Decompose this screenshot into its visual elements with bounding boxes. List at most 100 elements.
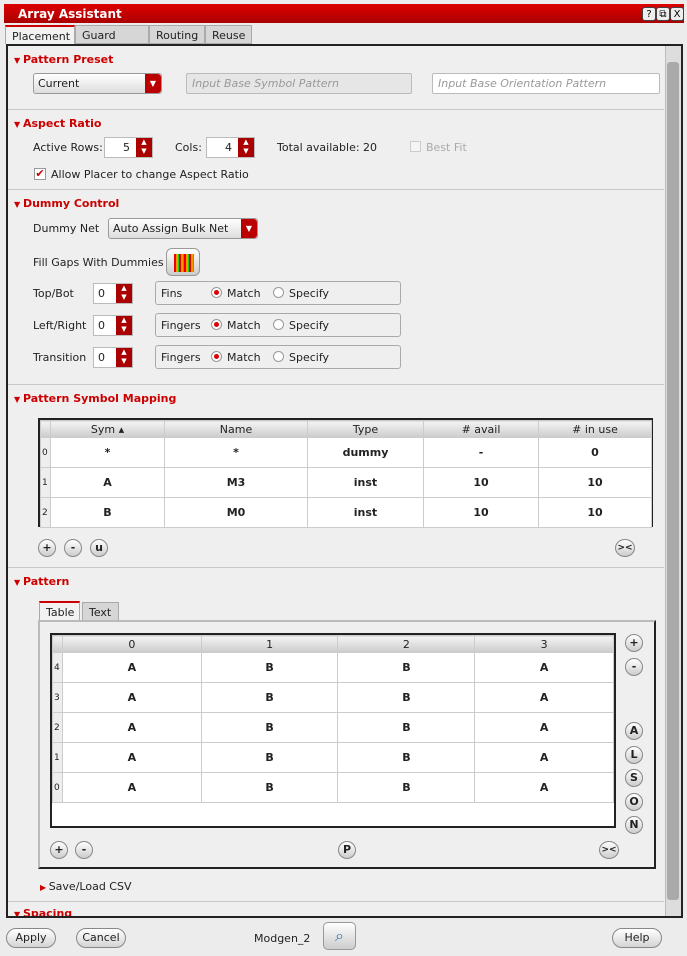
column-header[interactable]: 2	[337, 635, 476, 653]
table-cell[interactable]: A	[62, 712, 202, 743]
dummy-net-select[interactable]: Auto Assign Bulk Net ▼	[108, 218, 258, 239]
pattern-side-button[interactable]: S	[625, 769, 643, 787]
rows-spinner[interactable]: 5 ▲ ▼	[104, 137, 153, 158]
table-cell[interactable]: B	[200, 742, 339, 773]
table-cell[interactable]: A	[62, 742, 202, 773]
section-pattern[interactable]: Pattern	[14, 575, 69, 588]
match-radio[interactable]: Match	[211, 319, 261, 332]
table-cell[interactable]: *	[50, 437, 165, 468]
table-cell[interactable]: A	[474, 682, 614, 713]
table-row[interactable]: 1ABBA	[52, 742, 614, 773]
spinner-arrows-icon[interactable]: ▲ ▼	[136, 138, 152, 157]
section-pattern-symbol-mapping[interactable]: Pattern Symbol Mapping	[14, 392, 176, 405]
table-cell[interactable]: B	[50, 497, 165, 528]
table-cell[interactable]: dummy	[307, 437, 424, 468]
table-cell[interactable]: A	[50, 467, 165, 498]
table-cell[interactable]: A	[474, 772, 614, 803]
column-header[interactable]: Type	[307, 420, 424, 438]
spinner-arrows-icon[interactable]: ▲ ▼	[238, 138, 254, 157]
scrollbar-thumb[interactable]	[667, 62, 679, 900]
table-cell[interactable]: *	[164, 437, 308, 468]
table-cell[interactable]: A	[474, 742, 614, 773]
restore-icon[interactable]: ⧉	[656, 7, 670, 21]
table-cell[interactable]: A	[474, 712, 614, 743]
table-cell[interactable]: B	[337, 652, 476, 683]
u-button[interactable]: u	[90, 539, 108, 557]
table-cell[interactable]: 10	[423, 467, 539, 498]
preset-select[interactable]: Current ▼	[33, 73, 162, 94]
add-symbol-button[interactable]: +	[38, 539, 56, 557]
p-button[interactable]: P	[338, 841, 356, 859]
table-row[interactable]: 4ABBA	[52, 652, 614, 683]
spinner-arrows-icon[interactable]: ▲ ▼	[116, 316, 132, 335]
table-cell[interactable]: A	[474, 652, 614, 683]
tab-reuse[interactable]: Reuse	[205, 25, 252, 44]
table-cell[interactable]: M3	[164, 467, 308, 498]
column-header[interactable]: Sym ▴	[50, 420, 165, 438]
spinner-arrows-icon[interactable]: ▲ ▼	[116, 348, 132, 367]
specify-radio[interactable]: Specify	[273, 351, 329, 364]
section-dummy-control[interactable]: Dummy Control	[14, 197, 119, 210]
column-header[interactable]: Name	[164, 420, 308, 438]
table-cell[interactable]: 10	[538, 467, 652, 498]
tab-text[interactable]: Text	[82, 602, 119, 621]
column-header[interactable]: # in use	[538, 420, 652, 438]
table-row[interactable]: 0 * * dummy -0	[40, 437, 652, 468]
match-radio[interactable]: Match	[211, 351, 261, 364]
table-cell[interactable]: 0	[538, 437, 652, 468]
column-header[interactable]: 0	[62, 635, 202, 653]
column-header[interactable]: 1	[200, 635, 339, 653]
specify-radio[interactable]: Specify	[273, 287, 329, 300]
pattern-side-button[interactable]: N	[625, 816, 643, 834]
best-fit-checkbox[interactable]	[410, 141, 421, 152]
section-aspect-ratio[interactable]: Aspect Ratio	[14, 117, 101, 130]
save-load-csv-toggle[interactable]: ▶ Save/Load CSV	[40, 880, 131, 893]
column-header[interactable]: # avail	[423, 420, 539, 438]
help-icon[interactable]: ?	[642, 7, 656, 21]
tab-routing[interactable]: Routing	[149, 25, 205, 44]
table-cell[interactable]: A	[62, 652, 202, 683]
pattern-side-button[interactable]: O	[625, 793, 643, 811]
table-cell[interactable]: A	[62, 772, 202, 803]
table-cell[interactable]: inst	[307, 497, 424, 528]
section-pattern-preset[interactable]: Pattern Preset	[14, 53, 113, 66]
table-cell[interactable]: -	[423, 437, 539, 468]
table-row[interactable]: 2 B M0 inst 10 10	[40, 497, 652, 528]
close-icon[interactable]: X	[670, 7, 684, 21]
table-cell[interactable]: B	[337, 712, 476, 743]
remove-symbol-button[interactable]: -	[64, 539, 82, 557]
match-radio[interactable]: Match	[211, 287, 261, 300]
table-row[interactable]: 0ABBA	[52, 772, 614, 803]
table-row[interactable]: 2ABBA	[52, 712, 614, 743]
pattern-side-button[interactable]: -	[625, 658, 643, 676]
tab-guard-ring[interactable]: Guard Ring	[75, 25, 149, 55]
collapse-button[interactable]: ><	[599, 841, 619, 859]
table-cell[interactable]: 10	[423, 497, 539, 528]
pattern-side-button[interactable]: A	[625, 722, 643, 740]
table-cell[interactable]: A	[62, 682, 202, 713]
table-cell[interactable]: B	[200, 772, 339, 803]
remove-row-button[interactable]: -	[75, 841, 93, 859]
table-cell[interactable]: B	[337, 742, 476, 773]
table-cell[interactable]: B	[200, 712, 339, 743]
symbol-pattern-input[interactable]: Input Base Symbol Pattern	[186, 73, 412, 94]
table-row[interactable]: 3ABBA	[52, 682, 614, 713]
table-cell[interactable]: B	[337, 682, 476, 713]
table-cell[interactable]: M0	[164, 497, 308, 528]
dummy-row-spinner[interactable]: 0 ▲ ▼	[93, 315, 133, 336]
table-cell[interactable]: B	[337, 772, 476, 803]
dummy-row-spinner[interactable]: 0 ▲ ▼	[93, 347, 133, 368]
specify-radio[interactable]: Specify	[273, 319, 329, 332]
help-button[interactable]: Help	[612, 928, 662, 948]
allow-checkbox[interactable]: ✔	[34, 168, 46, 180]
apply-button[interactable]: Apply	[6, 928, 56, 948]
tab-placement[interactable]: Placement	[5, 25, 75, 44]
table-cell[interactable]: 10	[538, 497, 652, 528]
add-row-button[interactable]: +	[50, 841, 68, 859]
fill-gaps-button[interactable]	[166, 248, 200, 276]
zoom-fit-icon[interactable]: ⌕	[323, 922, 356, 950]
column-header[interactable]: 3	[474, 635, 614, 653]
section-spacing[interactable]: Spacing	[14, 907, 664, 916]
dummy-row-spinner[interactable]: 0 ▲ ▼	[93, 283, 133, 304]
table-cell[interactable]: inst	[307, 467, 424, 498]
